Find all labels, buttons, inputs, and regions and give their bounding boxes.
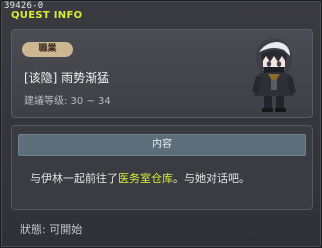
window-title: QUEST INFO [11,10,83,21]
quest-level-range: 建議等级: 30 ~ 34 [24,96,111,107]
npc-portrait-icon [252,38,296,112]
quest-description: 与伊林一起前往了医务室仓库。与她对话吧。 [30,170,250,186]
quest-content-panel: 内容 与伊林一起前往了医务室仓库。与她对话吧。 [11,125,313,210]
description-text-after: 。与她对话吧。 [173,172,250,185]
job-badge: 職業 [22,42,73,57]
description-text-before: 与伊林一起前往了 [30,172,118,185]
description-highlight: 医务室仓库 [118,172,173,185]
quest-status: 狀態: 可開始 [20,223,83,236]
quest-header-panel: 職業 [该隐] 雨势渐猛 建議等级: 30 ~ 34 [11,29,313,118]
content-heading: 内容 [18,134,306,156]
quest-name: [该隐] 雨势渐猛 [24,71,110,85]
quest-info-window: 39426-0 QUEST INFO 職業 [该隐] 雨势渐猛 建議等级: 30… [0,0,322,248]
